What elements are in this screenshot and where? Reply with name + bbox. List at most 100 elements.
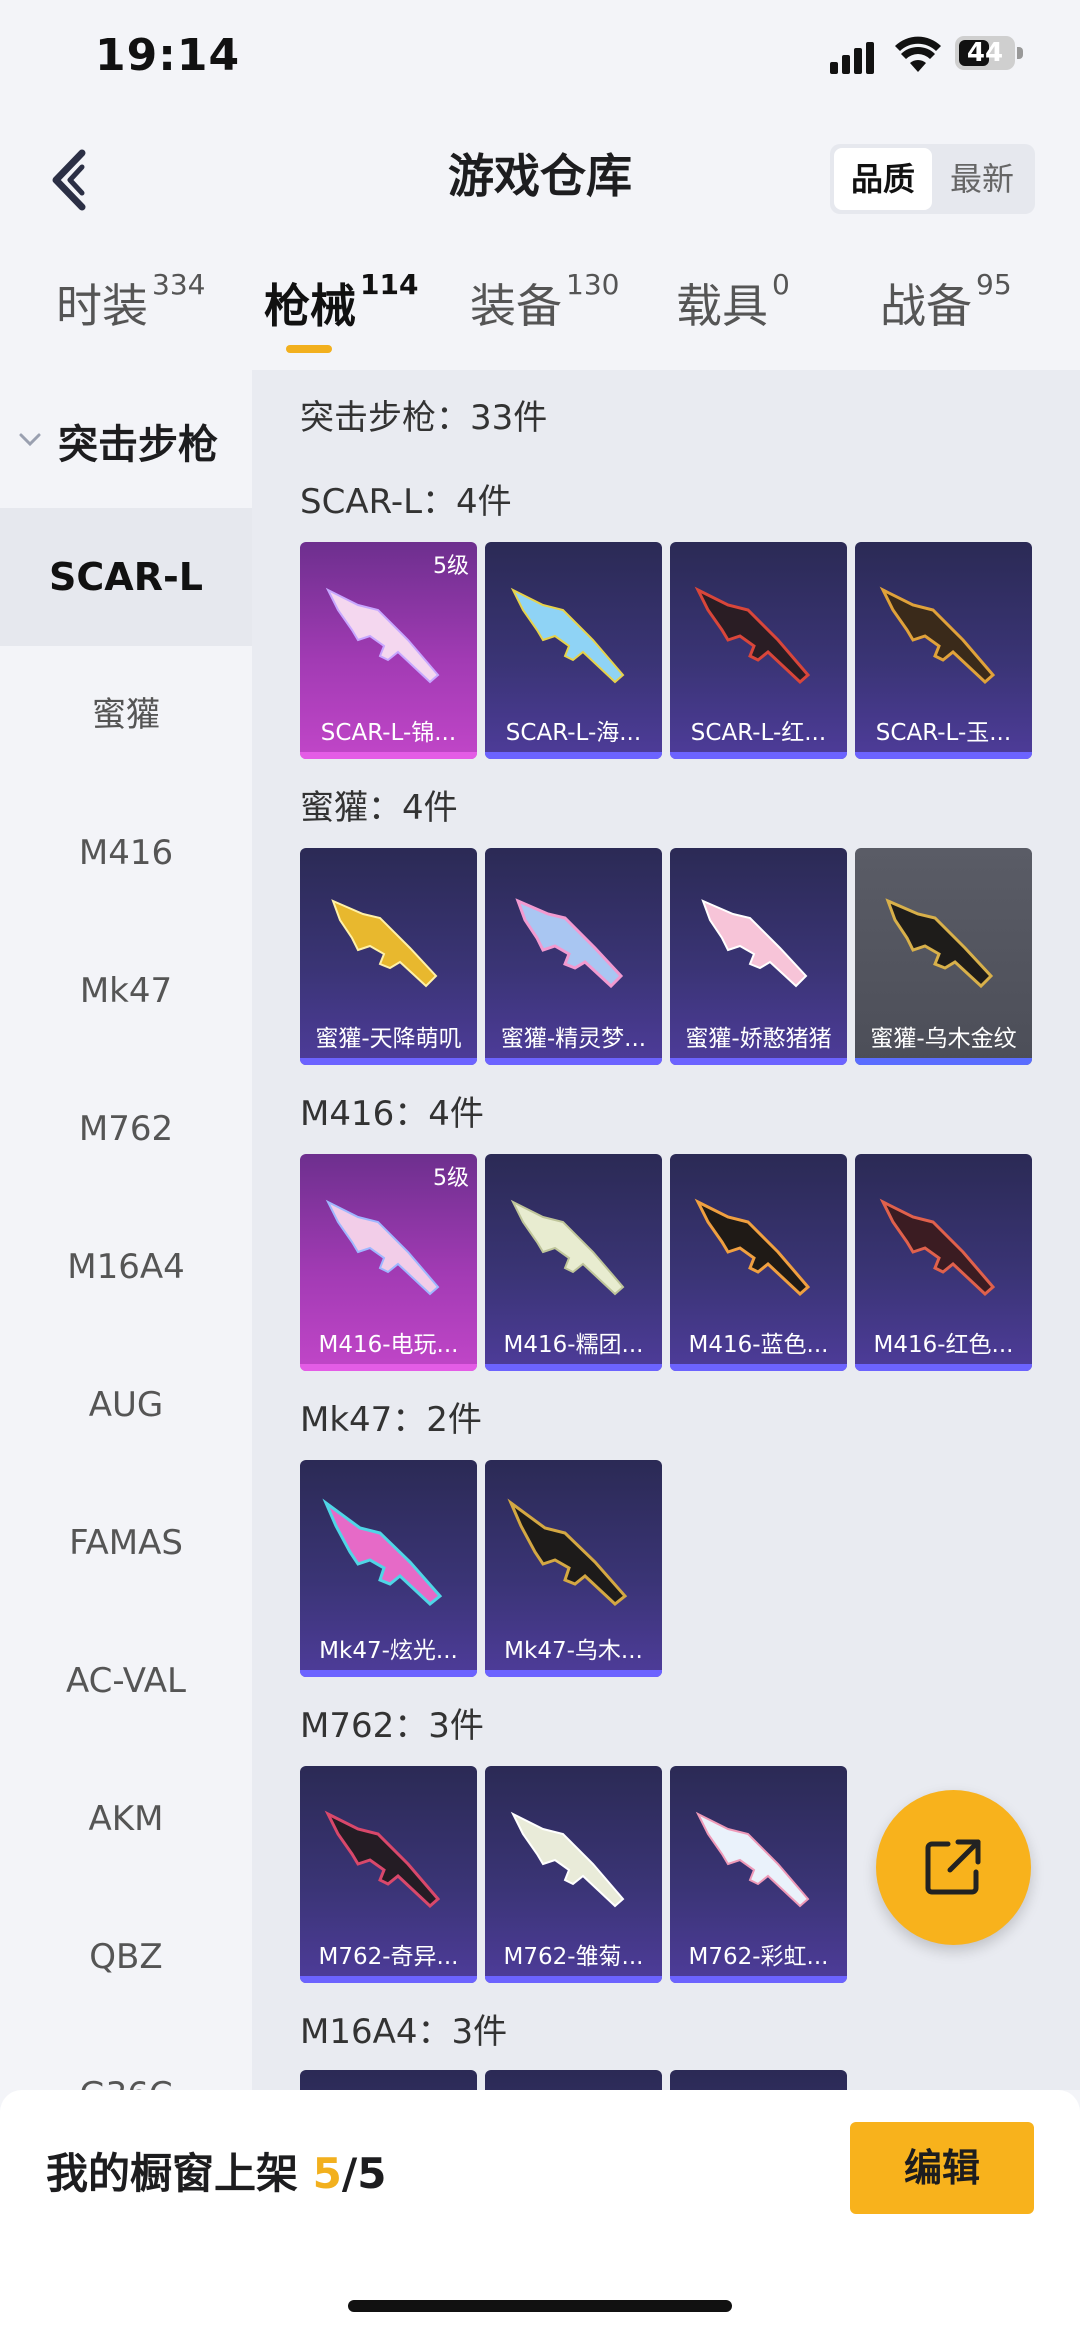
item-card[interactable]	[670, 2070, 847, 2090]
edit-button[interactable]: 编辑	[850, 2122, 1034, 2214]
item-card[interactable]	[300, 2070, 477, 2090]
section-title: Mk47：2件	[300, 1400, 482, 1440]
item-name: M416-蓝色...	[688, 1332, 829, 1358]
item-level-badge: 5级	[433, 1166, 469, 1191]
status-time: 19:14	[95, 30, 241, 81]
item-name: 蜜獾-天降萌叽	[315, 1026, 462, 1052]
item-name: 蜜獾-娇憨猪猪	[685, 1026, 832, 1052]
tab-label: 载具	[676, 279, 768, 333]
item-name: SCAR-L-锦...	[320, 720, 457, 746]
tab-vehicles[interactable]: 载具 0	[676, 268, 790, 336]
item-name: SCAR-L-红...	[690, 720, 827, 746]
rifle-icon	[325, 1199, 440, 1296]
item-card[interactable]: 蜜獾-天降萌叽	[300, 848, 477, 1065]
tab-equipment[interactable]: 装备 130	[470, 268, 620, 336]
showcase-count: 5	[312, 2149, 342, 2198]
rifle-icon	[324, 1810, 441, 1909]
rifle-icon	[885, 898, 994, 989]
tab-count: 130	[566, 268, 620, 301]
rifle-icon	[510, 1199, 625, 1296]
item-card[interactable]	[485, 2070, 662, 2090]
item-card[interactable]: SCAR-L-玉...	[855, 542, 1032, 759]
battery-level: 44	[966, 38, 1004, 68]
rifle-icon	[510, 1811, 625, 1908]
item-name: SCAR-L-海...	[505, 720, 642, 746]
item-card[interactable]: M416-蓝色...	[670, 1154, 847, 1371]
item-name: 蜜獾-精灵梦...	[500, 1026, 647, 1052]
item-name: M762-彩虹...	[688, 1944, 829, 1970]
item-card[interactable]: M762-彩虹...	[670, 1766, 847, 1983]
section-title: SCAR-L：4件	[300, 482, 512, 522]
share-export-button[interactable]	[876, 1790, 1031, 1945]
rifle-icon	[507, 1498, 628, 1606]
tab-label: 时装	[56, 279, 148, 333]
rifle-icon	[879, 586, 996, 685]
item-card[interactable]: 5级 SCAR-L-锦...	[300, 542, 477, 759]
tab-count: 0	[772, 268, 790, 301]
chevron-down-icon	[19, 433, 41, 447]
sidebar-item-honey-badger[interactable]: 蜜獾	[0, 646, 252, 784]
rifle-icon	[694, 1198, 811, 1297]
sidebar-category-header[interactable]: 突击步枪	[0, 400, 252, 480]
tab-supplies[interactable]: 战备 95	[880, 268, 1012, 336]
wifi-icon	[895, 36, 941, 74]
showcase-status: 我的橱窗上架 5/5	[46, 2140, 386, 2201]
tab-count: 334	[152, 268, 206, 301]
item-name: Mk47-乌木...	[504, 1638, 643, 1664]
item-level-badge: 5级	[433, 554, 469, 579]
rifle-icon	[701, 899, 808, 988]
tab-count: 95	[976, 268, 1012, 301]
rifle-icon	[322, 1498, 443, 1606]
sidebar-item-m16a4[interactable]: M16A4	[0, 1198, 252, 1336]
rifle-icon	[879, 1198, 996, 1297]
sidebar-item-mk47[interactable]: Mk47	[0, 922, 252, 1060]
item-card[interactable]: M762-雏菊...	[485, 1766, 662, 1983]
item-card[interactable]: 蜜獾-乌木金纹	[855, 848, 1032, 1065]
sidebar-item-akm[interactable]: AKM	[0, 1750, 252, 1888]
sidebar-item-scar-l[interactable]: SCAR-L	[0, 508, 252, 646]
home-indicator[interactable]	[348, 2300, 732, 2312]
tab-fashion[interactable]: 时装 334	[56, 268, 206, 336]
tab-count: 114	[360, 268, 419, 301]
item-card[interactable]: M416-红色...	[855, 1154, 1032, 1371]
tab-firearms[interactable]: 枪械 114	[264, 268, 419, 336]
item-card[interactable]: SCAR-L-海...	[485, 542, 662, 759]
sidebar-item-ac-val[interactable]: AC-VAL	[0, 1612, 252, 1750]
section-title: M762：3件	[300, 1706, 484, 1746]
item-card[interactable]: 蜜獾-精灵梦...	[485, 848, 662, 1065]
section-title: M16A4：3件	[300, 2012, 508, 2052]
item-card[interactable]: Mk47-乌木...	[485, 1460, 662, 1677]
item-name: Mk47-炫光...	[319, 1638, 458, 1664]
sidebar-item-famas[interactable]: FAMAS	[0, 1474, 252, 1612]
showcase-label: 我的橱窗上架	[46, 2149, 299, 2198]
item-name: M416-电玩...	[318, 1332, 459, 1358]
item-card[interactable]: Mk47-炫光...	[300, 1460, 477, 1677]
sort-toggle[interactable]: 品质 最新	[830, 144, 1035, 214]
sidebar-item-aug[interactable]: AUG	[0, 1336, 252, 1474]
rifle-icon	[331, 899, 438, 988]
sidebar-category-label: 突击步枪	[58, 422, 218, 468]
item-card[interactable]: 5级 M416-电玩...	[300, 1154, 477, 1371]
sidebar-item-qbz[interactable]: QBZ	[0, 1888, 252, 2026]
section-title: M416：4件	[300, 1094, 484, 1134]
section-title: 蜜獾：4件	[300, 788, 458, 828]
item-name: SCAR-L-玉...	[875, 720, 1012, 746]
sidebar-item-m762[interactable]: M762	[0, 1060, 252, 1198]
sort-option-quality[interactable]: 品质	[834, 148, 932, 210]
signal-icon	[830, 42, 876, 74]
item-card[interactable]: SCAR-L-红...	[670, 542, 847, 759]
sort-option-newest[interactable]: 最新	[933, 148, 1031, 210]
tab-indicator	[286, 345, 332, 353]
tab-label: 装备	[470, 279, 562, 333]
showcase-total: /5	[341, 2149, 387, 2198]
item-card[interactable]: M762-奇异...	[300, 1766, 477, 1983]
item-card[interactable]: M416-糯团...	[485, 1154, 662, 1371]
rifle-icon	[325, 587, 440, 684]
sidebar-item-m416[interactable]: M416	[0, 784, 252, 922]
item-card[interactable]: 蜜獾-娇憨猪猪	[670, 848, 847, 1065]
tab-label: 枪械	[264, 279, 356, 333]
share-export-icon	[925, 1839, 981, 1895]
category-total: 突击步枪：33件	[300, 398, 548, 438]
rifle-icon	[510, 587, 625, 684]
item-name: M762-雏菊...	[503, 1944, 644, 1970]
